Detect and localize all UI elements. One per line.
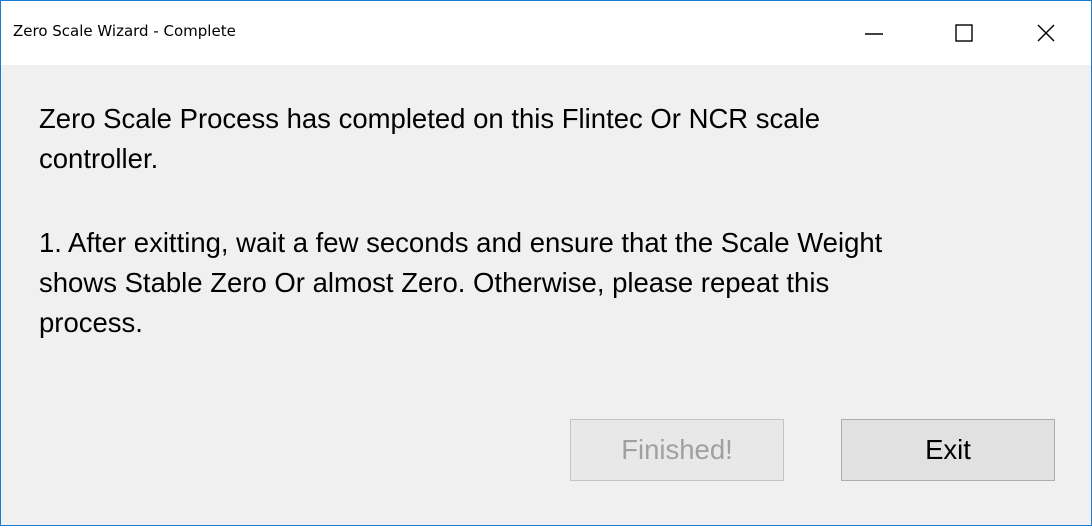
- dialog-window: Zero Scale Wizard - Complete Zero Scale …: [0, 0, 1092, 526]
- minimize-icon: [865, 33, 883, 35]
- dialog-content: Zero Scale Process has completed on this…: [1, 65, 1091, 525]
- finished-button[interactable]: Finished!: [570, 419, 784, 481]
- close-icon: [1037, 24, 1055, 42]
- exit-button[interactable]: Exit: [841, 419, 1055, 481]
- window-title: Zero Scale Wizard - Complete: [13, 22, 236, 40]
- instruction-message: 1. After exitting, wait a few seconds an…: [39, 227, 883, 338]
- maximize-icon: [955, 24, 973, 42]
- maximize-button[interactable]: [919, 1, 1009, 65]
- title-bar[interactable]: Zero Scale Wizard - Complete: [1, 1, 1091, 65]
- close-button[interactable]: [1001, 1, 1091, 65]
- completion-message: Zero Scale Process has completed on this…: [39, 103, 820, 174]
- minimize-button[interactable]: [829, 1, 919, 65]
